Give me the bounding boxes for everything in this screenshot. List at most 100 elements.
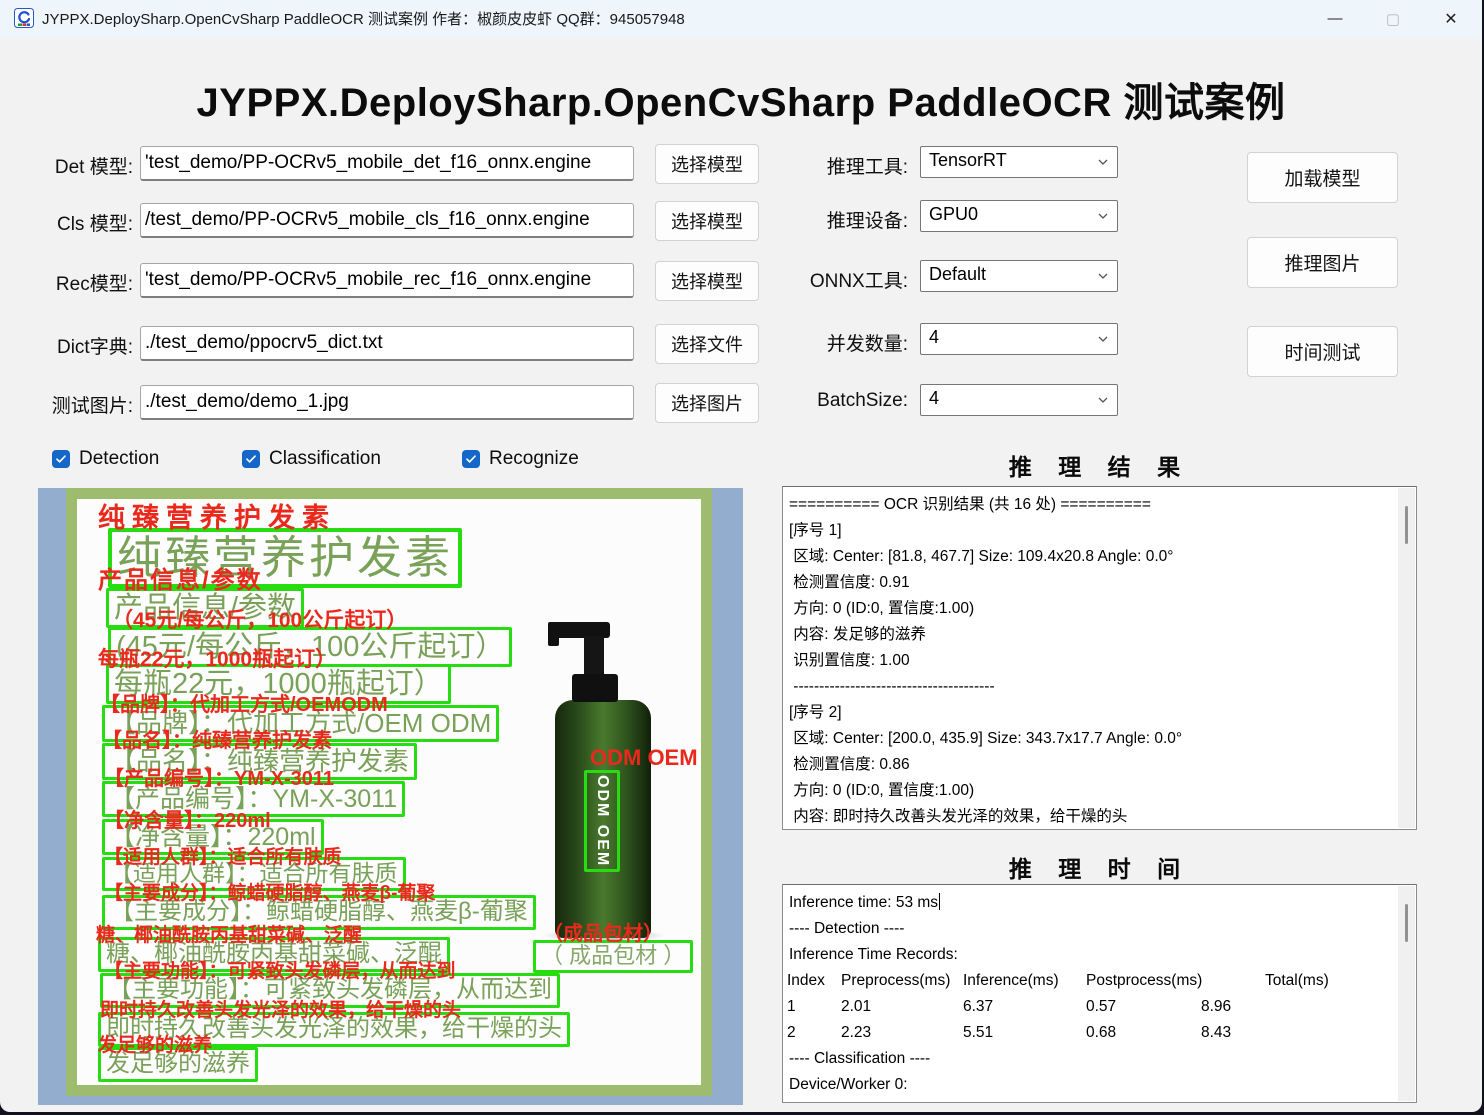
timing-table-row: 1 2.01 6.37 0.57 8.96 <box>783 994 1416 1020</box>
test-image-label: 测试图片: <box>33 391 133 418</box>
ocr-overlay-text: 【适用人群】：适合所有肤质 <box>104 848 342 869</box>
recognize-checkbox-label: Recognize <box>489 448 579 470</box>
timing-textarea[interactable]: Inference time: 53 ms ---- Detection ---… <box>782 884 1417 1103</box>
det-model-input[interactable] <box>140 146 634 181</box>
infer-image-button[interactable]: 推理图片 <box>1247 237 1398 288</box>
test-image-input[interactable] <box>140 385 634 420</box>
batchsize-select[interactable]: 4 <box>920 384 1118 416</box>
rec-model-input[interactable] <box>140 263 634 298</box>
det-model-label: Det 模型: <box>33 152 133 179</box>
maximize-icon: ▢ <box>1386 10 1400 28</box>
concurrency-label: 并发数量: <box>782 329 908 356</box>
minimize-icon: — <box>1328 10 1343 27</box>
timing-line: Device/Worker 0: <box>783 1072 1416 1098</box>
checkbox-checked-icon <box>462 450 480 468</box>
checkbox-checked-icon <box>242 450 260 468</box>
ocr-overlay-text: 【产品编号】：YM-X-3011 <box>104 768 334 790</box>
timing-table-row: 2 2.23 5.51 0.68 8.43 <box>783 1020 1416 1046</box>
cls-model-input[interactable] <box>140 203 634 238</box>
select-cls-model-button[interactable]: 选择模型 <box>655 201 759 241</box>
ocr-overlay-text: 【净含量】：220ml <box>104 810 271 832</box>
results-title: 推 理 结 果 <box>782 448 1417 482</box>
chevron-down-icon <box>1097 333 1109 345</box>
concurrency-value: 4 <box>929 327 939 348</box>
dict-input[interactable] <box>140 326 634 361</box>
recognize-checkbox[interactable]: Recognize <box>462 448 579 470</box>
bottle-pump-stem <box>584 636 604 676</box>
result-line: 方向: 0 (ID:0, 置信度:1.00) <box>783 596 1416 622</box>
timing-scrollbar[interactable] <box>1398 886 1415 1101</box>
timing-table-header: Index Preprocess(ms) Inference(ms) Postp… <box>783 968 1416 994</box>
text-caret <box>939 893 940 910</box>
timing-line: Inference Time Records: <box>783 942 1416 968</box>
app-icon <box>14 8 34 28</box>
infer-device-value: GPU0 <box>929 204 978 225</box>
select-dict-button[interactable]: 选择文件 <box>655 324 759 364</box>
infer-tool-value: TensorRT <box>929 150 1007 171</box>
image-preview: 纯臻营养护发素 纯臻营养护发素 产品信息/参数 产品信息/参数 （45元/每公斤… <box>38 488 743 1105</box>
result-line: 检测置信度: 0.91 <box>783 570 1416 596</box>
result-line: ========== OCR 识别结果 (共 16 处) ========== <box>783 492 1416 518</box>
timing-title: 推 理 时 间 <box>782 850 1417 884</box>
window-title: JYPPX.DeploySharp.OpenCvSharp PaddleOCR … <box>42 8 685 29</box>
ocr-overlay-text: 纯臻营养护发素 <box>98 504 336 534</box>
detection-checkbox-label: Detection <box>79 448 159 470</box>
infer-tool-select[interactable]: TensorRT <box>920 146 1118 178</box>
load-model-button[interactable]: 加载模型 <box>1247 152 1398 203</box>
ocr-overlay-text: （成品包材） <box>543 923 663 945</box>
timing-line: ---- Detection ---- <box>783 916 1416 942</box>
rec-model-label: Rec模型: <box>33 269 133 296</box>
detection-checkbox[interactable]: Detection <box>52 448 159 470</box>
select-image-button[interactable]: 选择图片 <box>655 383 759 423</box>
ocr-overlay-text: 产品信息/参数 <box>98 568 263 594</box>
chevron-down-icon <box>1097 270 1109 282</box>
ocr-overlay-text: （45元/每公斤，100公斤起订） <box>112 609 407 632</box>
titlebar: JYPPX.DeploySharp.OpenCvSharp PaddleOCR … <box>0 0 1482 37</box>
select-det-model-button[interactable]: 选择模型 <box>655 144 759 184</box>
time-test-button[interactable]: 时间测试 <box>1247 326 1398 377</box>
batchsize-value: 4 <box>929 388 939 409</box>
result-line: [序号 1] <box>783 518 1416 544</box>
concurrency-select[interactable]: 4 <box>920 323 1118 355</box>
dict-label: Dict字典: <box>33 332 133 359</box>
maximize-button[interactable]: ▢ <box>1370 0 1416 37</box>
result-line: 区域: Center: [200.0, 435.9] Size: 343.7x1… <box>783 726 1416 752</box>
result-line: 内容: 即时持久改善头发光泽的效果，给干燥的头 <box>783 804 1416 830</box>
result-line: 内容: 发足够的滋养 <box>783 622 1416 648</box>
infer-device-select[interactable]: GPU0 <box>920 200 1118 232</box>
batchsize-label: BatchSize: <box>782 390 908 412</box>
chevron-down-icon <box>1097 210 1109 222</box>
timing-line: ---- Classification ---- <box>783 1046 1416 1072</box>
page-title: JYPPX.DeploySharp.OpenCvSharp PaddleOCR … <box>0 70 1482 128</box>
ocr-overlay-text: 即时持久改善头发光泽的效果，给干燥的头 <box>100 1001 461 1022</box>
onnx-tool-select[interactable]: Default <box>920 260 1118 292</box>
result-line: [序号 2] <box>783 700 1416 726</box>
results-textarea[interactable]: ========== OCR 识别结果 (共 16 处) ==========[… <box>782 486 1417 830</box>
result-line: --------------------------------------- <box>783 674 1416 700</box>
ocr-overlay-text: 【品牌】：代加工方式/OEMODM <box>100 694 388 716</box>
onnx-tool-value: Default <box>929 264 986 285</box>
timing-scrollbar-thumb[interactable] <box>1405 904 1408 942</box>
ocr-overlay-text: 糖、椰油酰胺丙基甜菜碱、泛醒 <box>96 926 362 947</box>
chevron-down-icon <box>1097 156 1109 168</box>
ocr-overlay-text: 每瓶22元，1000瓶起订） <box>98 648 336 671</box>
infer-device-label: 推理设备: <box>782 206 908 233</box>
select-rec-model-button[interactable]: 选择模型 <box>655 261 759 301</box>
bottle-odm-label: ODM OEM <box>593 775 611 867</box>
minimize-button[interactable]: — <box>1312 0 1358 37</box>
ocr-detection-box: ODM OEM <box>584 770 620 872</box>
infer-tool-label: 推理工具: <box>782 152 908 179</box>
results-scrollbar-thumb[interactable] <box>1405 506 1408 544</box>
ocr-overlay-text: ODM OEM <box>590 746 698 770</box>
timing-line: Inference time: 53 ms <box>783 890 1416 916</box>
result-line: 识别置信度: 1.00 <box>783 648 1416 674</box>
result-line: 区域: Center: [81.8, 467.7] Size: 109.4x20… <box>783 544 1416 570</box>
cls-model-label: Cls 模型: <box>33 209 133 236</box>
bottle-pump-collar <box>572 674 618 702</box>
close-button[interactable]: ✕ <box>1428 0 1474 37</box>
chevron-down-icon <box>1097 394 1109 406</box>
results-scrollbar[interactable] <box>1398 488 1415 828</box>
classification-checkbox[interactable]: Classification <box>242 448 381 470</box>
classification-checkbox-label: Classification <box>269 448 381 470</box>
checkbox-checked-icon <box>52 450 70 468</box>
